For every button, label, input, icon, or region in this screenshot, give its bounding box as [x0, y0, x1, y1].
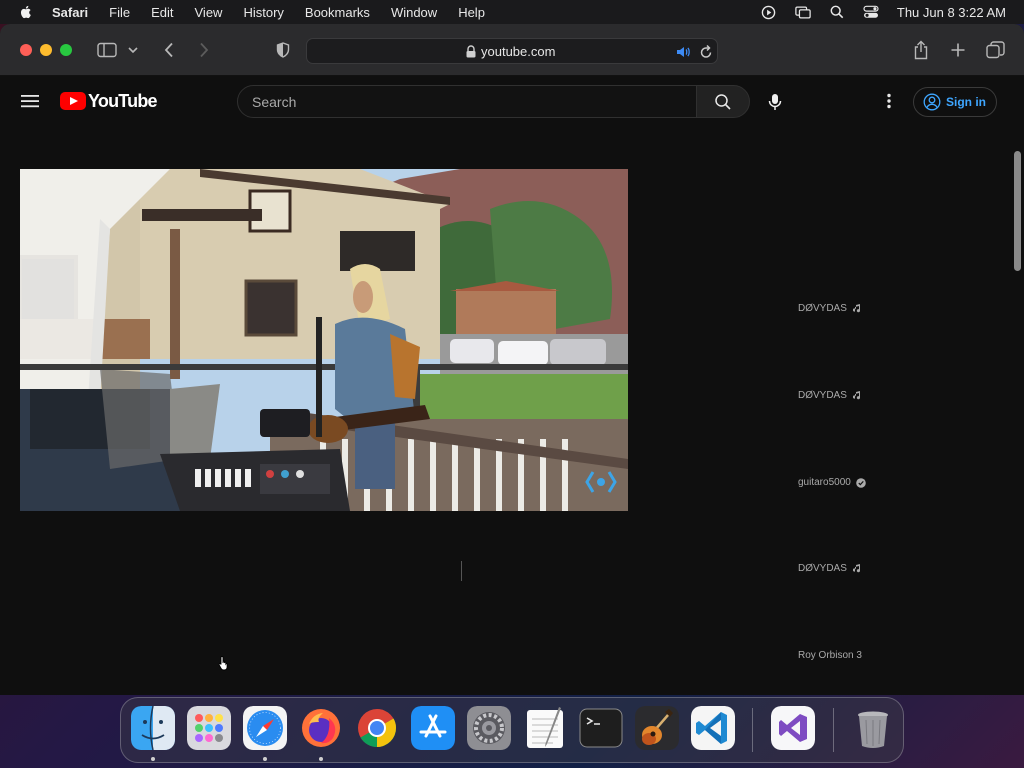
dock-app-store[interactable]	[411, 706, 455, 750]
recommendation-channel-4[interactable]: DØVYDAS	[798, 563, 862, 574]
url-text[interactable]: youtube.com	[481, 44, 555, 59]
address-bar[interactable]: youtube.com	[306, 38, 718, 64]
dock-terminal[interactable]	[579, 706, 623, 750]
youtube-play-icon	[60, 92, 86, 110]
dock-textedit[interactable]	[523, 706, 567, 750]
dock-vscode[interactable]	[691, 706, 735, 750]
dock-finder[interactable]	[131, 706, 175, 750]
chevron-down-icon[interactable]	[126, 40, 140, 60]
account-circle-icon	[923, 93, 941, 111]
recommendation-channel-1[interactable]: DØVYDAS	[798, 303, 862, 314]
youtube-page: YouTube Search Sign in DØVYDAS DØVYDAS g…	[0, 77, 1024, 695]
verified-check-icon	[856, 477, 866, 488]
dock-separator	[833, 708, 834, 752]
sign-in-button[interactable]: Sign in	[913, 87, 997, 117]
hamburger-menu-icon[interactable]	[20, 93, 40, 109]
minimize-window-button[interactable]	[40, 44, 52, 56]
vertical-dots-icon	[887, 93, 891, 109]
recommendation-channel-5[interactable]: Roy Orbison 3	[798, 650, 862, 661]
more-options-button[interactable]	[880, 91, 898, 111]
search-input[interactable]: Search	[237, 85, 697, 118]
back-icon[interactable]	[159, 40, 179, 60]
channel-name: Roy Orbison 3	[798, 650, 862, 661]
dock-visual-studio[interactable]	[771, 706, 815, 750]
microphone-icon	[768, 93, 781, 110]
control-center-icon[interactable]	[863, 4, 879, 20]
safari-toolbar: youtube.com	[0, 24, 1024, 76]
sidebar-icon[interactable]	[97, 40, 117, 60]
menu-help[interactable]: Help	[458, 5, 485, 20]
zoom-window-button[interactable]	[60, 44, 72, 56]
dock-running-indicator	[263, 757, 267, 761]
tab-overview-icon[interactable]	[985, 40, 1005, 60]
screen-mirroring-icon[interactable]	[795, 4, 811, 20]
dock-firefox[interactable]	[299, 706, 343, 750]
dock-separator	[752, 708, 753, 752]
menu-app-name[interactable]: Safari	[52, 5, 88, 20]
forward-icon[interactable]	[194, 40, 214, 60]
safari-window: youtube.com YouTube Search Sign in DØVYD…	[0, 24, 1024, 695]
dock-safari[interactable]	[243, 706, 287, 750]
share-icon[interactable]	[911, 40, 931, 60]
apple-icon[interactable]	[18, 4, 34, 20]
music-note-icon	[852, 564, 862, 574]
scrollbar-thumb[interactable]	[1014, 151, 1021, 271]
dock-system-preferences[interactable]	[467, 706, 511, 750]
recommendation-channel-3[interactable]: guitaro5000	[798, 477, 866, 488]
dock-launchpad[interactable]	[187, 706, 231, 750]
music-note-icon	[852, 304, 862, 314]
privacy-shield-icon[interactable]	[273, 40, 293, 60]
video-player[interactable]	[20, 169, 628, 511]
dock-garageband[interactable]	[635, 706, 679, 750]
lock-icon	[466, 45, 476, 58]
search-icon	[715, 93, 731, 110]
dock-trash[interactable]	[851, 706, 895, 750]
close-window-button[interactable]	[20, 44, 32, 56]
menu-file[interactable]: File	[109, 5, 130, 20]
dock-running-indicator	[319, 757, 323, 761]
youtube-logo[interactable]: YouTube	[60, 90, 158, 111]
sign-in-label: Sign in	[946, 95, 986, 109]
search-placeholder: Search	[252, 94, 297, 110]
menu-bookmarks[interactable]: Bookmarks	[305, 5, 370, 20]
dock	[120, 697, 904, 763]
hand-pointer-cursor-icon	[218, 656, 228, 671]
play-circle-icon[interactable]	[761, 4, 777, 20]
channel-name: DØVYDAS	[798, 563, 847, 574]
search-button[interactable]	[696, 85, 750, 118]
new-tab-icon[interactable]	[948, 40, 968, 60]
page-scrollbar[interactable]	[1012, 77, 1024, 695]
menu-clock[interactable]: Thu Jun 8 3:22 AM	[897, 5, 1006, 20]
menu-window[interactable]: Window	[391, 5, 437, 20]
spotlight-search-icon[interactable]	[829, 4, 845, 20]
channel-name: DØVYDAS	[798, 303, 847, 314]
youtube-wordmark: YouTube	[88, 90, 158, 111]
music-note-icon	[852, 391, 862, 401]
text-caret	[461, 561, 462, 581]
voice-search-button[interactable]	[758, 85, 791, 118]
menu-edit[interactable]: Edit	[151, 5, 173, 20]
recommendation-channel-2[interactable]: DØVYDAS	[798, 390, 862, 401]
video-frame-illustration	[20, 169, 628, 511]
dock-running-indicator	[151, 757, 155, 761]
menu-view[interactable]: View	[195, 5, 223, 20]
menu-bar: Safari File Edit View History Bookmarks …	[0, 0, 1024, 24]
speaker-playing-icon[interactable]	[675, 44, 691, 60]
menu-history[interactable]: History	[243, 5, 283, 20]
dock-chrome[interactable]	[355, 706, 399, 750]
channel-name: DØVYDAS	[798, 390, 847, 401]
reload-icon[interactable]	[699, 44, 713, 60]
channel-name: guitaro5000	[798, 477, 851, 488]
